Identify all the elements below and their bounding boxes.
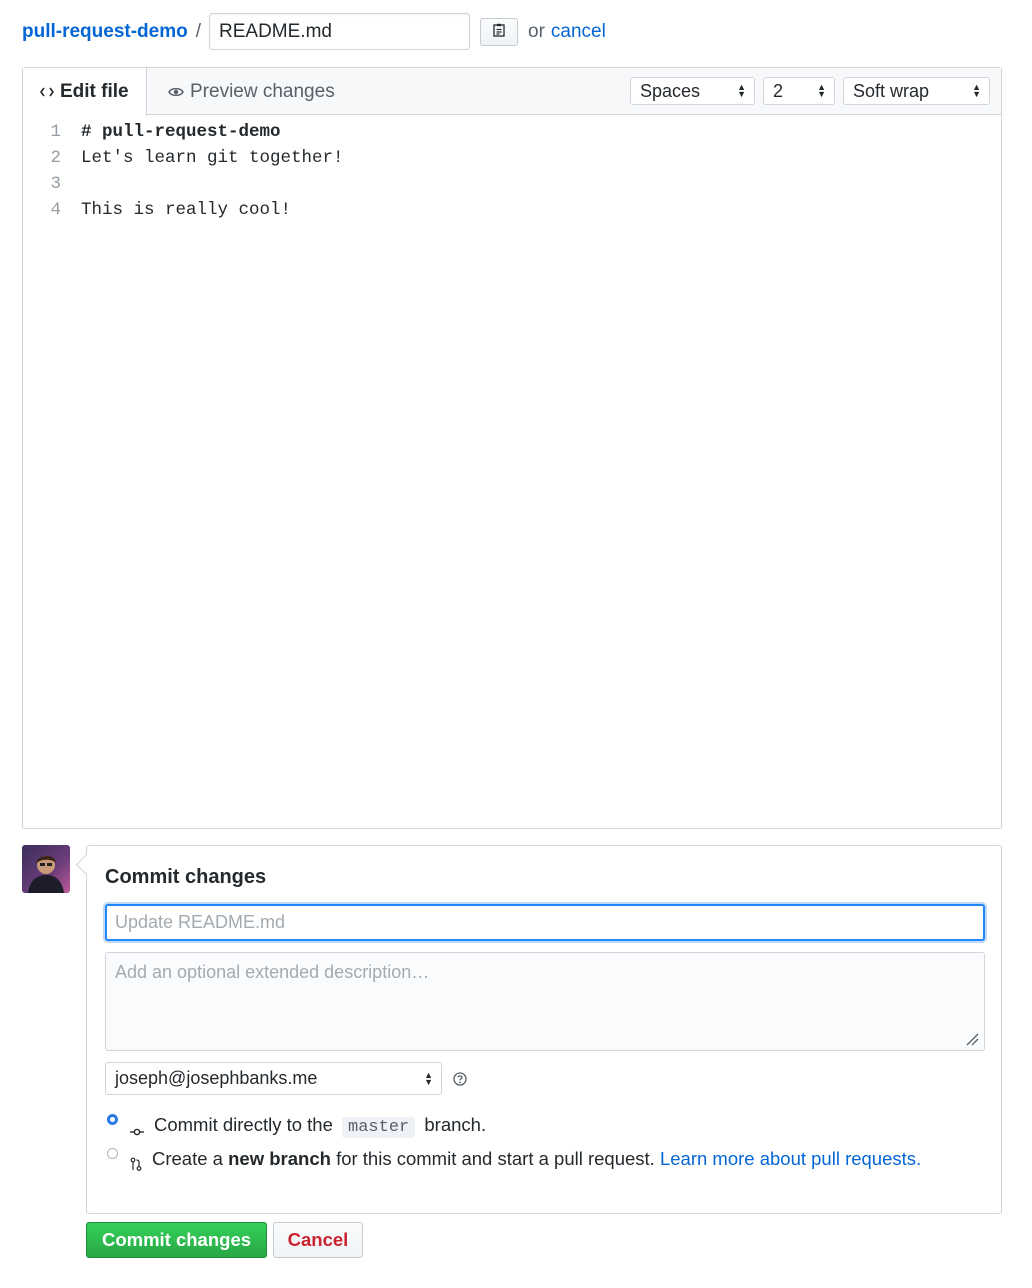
new-branch-middle: for this commit and start a pull request… bbox=[336, 1148, 655, 1169]
eye-icon bbox=[168, 86, 184, 98]
select-arrows-icon: ▲ ▼ bbox=[737, 82, 746, 99]
repo-link[interactable]: pull-request-demo bbox=[22, 21, 188, 43]
branch-name: master bbox=[342, 1117, 416, 1138]
new-branch-option[interactable]: Create a new branch for this commit and … bbox=[107, 1146, 927, 1178]
editor-toolbar: Edit file Preview changes Spaces ▲ ▼ 2 ▲ ▼… bbox=[23, 68, 1001, 116]
line-number: 1 bbox=[50, 122, 61, 142]
commit-summary-input[interactable] bbox=[105, 904, 985, 941]
commit-email-select[interactable]: joseph@josephbanks.me ▲ ▼ bbox=[105, 1062, 442, 1095]
code-line: 1 # pull-request-demo bbox=[23, 119, 1001, 145]
line-number: 3 bbox=[50, 174, 61, 194]
code-line: 4 This is really cool! bbox=[23, 197, 1001, 223]
new-branch-prefix: Create a bbox=[152, 1148, 223, 1169]
line-number: 2 bbox=[50, 148, 61, 168]
git-pull-request-icon bbox=[130, 1152, 142, 1178]
new-branch-label: Create a new branch for this commit and … bbox=[152, 1146, 927, 1172]
new-branch-radio[interactable] bbox=[107, 1148, 118, 1159]
tab-preview-changes[interactable]: Preview changes bbox=[168, 68, 335, 116]
commit-form-title: Commit changes bbox=[105, 866, 267, 888]
avatar bbox=[22, 845, 70, 893]
line-number: 4 bbox=[50, 200, 61, 220]
indent-size-value: 2 bbox=[773, 80, 784, 101]
indent-mode-value: Spaces bbox=[640, 80, 701, 101]
wrap-mode-value: Soft wrap bbox=[853, 80, 930, 101]
commit-form: Commit changes joseph@josephbanks.me ▲▼ … bbox=[86, 845, 1002, 1214]
select-arrows-icon: ▲ ▼ bbox=[817, 82, 826, 99]
clippy-icon bbox=[493, 23, 505, 40]
wrap-mode-select[interactable]: Soft wrap ▲ ▼ bbox=[843, 77, 990, 105]
new-branch-bold: new branch bbox=[228, 1148, 331, 1169]
help-icon[interactable] bbox=[453, 1072, 467, 1091]
copy-path-button[interactable] bbox=[480, 17, 519, 46]
line-content: Let's learn git together! bbox=[81, 148, 344, 168]
commit-direct-radio[interactable] bbox=[107, 1114, 118, 1125]
tab-edit-label: Edit file bbox=[60, 81, 129, 102]
commit-direct-label: Commit directly to the master branch. bbox=[154, 1112, 486, 1141]
or-text: or bbox=[528, 20, 545, 42]
tab-preview-label: Preview changes bbox=[190, 81, 335, 102]
commit-changes-button[interactable]: Commit changes bbox=[86, 1222, 267, 1258]
git-commit-icon bbox=[130, 1118, 144, 1144]
code-editor[interactable]: 1 # pull-request-demo 2 Let's learn git … bbox=[23, 115, 1001, 223]
tab-edit-file[interactable]: Edit file bbox=[23, 68, 147, 116]
breadcrumb-separator: / bbox=[195, 20, 202, 42]
select-arrows-icon: ▲ ▼ bbox=[424, 1069, 433, 1087]
code-icon bbox=[40, 86, 54, 98]
code-line: 2 Let's learn git together! bbox=[23, 145, 1001, 171]
indent-size-select[interactable]: 2 ▲ ▼ bbox=[763, 77, 835, 105]
file-editor: Edit file Preview changes Spaces ▲ ▼ 2 ▲ ▼… bbox=[22, 67, 1002, 829]
filename-input[interactable] bbox=[209, 13, 471, 50]
commit-direct-suffix: branch. bbox=[424, 1114, 487, 1135]
line-content: This is really cool! bbox=[81, 200, 292, 220]
indent-mode-select[interactable]: Spaces ▲ ▼ bbox=[630, 77, 755, 105]
commit-direct-option[interactable]: Commit directly to the master branch. bbox=[107, 1112, 486, 1144]
breadcrumb: pull-request-demo / or cancel bbox=[22, 13, 606, 50]
code-line: 3 bbox=[23, 171, 1001, 197]
cancel-link[interactable]: cancel bbox=[551, 21, 606, 43]
commit-description-input[interactable] bbox=[105, 952, 985, 1051]
select-arrows-icon: ▲ ▼ bbox=[972, 82, 981, 99]
commit-direct-prefix: Commit directly to the bbox=[154, 1114, 333, 1135]
cancel-button[interactable]: Cancel bbox=[273, 1222, 363, 1258]
learn-more-link[interactable]: Learn more about pull requests. bbox=[660, 1148, 921, 1169]
line-content: # pull-request-demo bbox=[81, 122, 281, 142]
resize-grip-icon[interactable] bbox=[965, 1032, 979, 1051]
commit-email-value: joseph@josephbanks.me bbox=[115, 1068, 318, 1088]
